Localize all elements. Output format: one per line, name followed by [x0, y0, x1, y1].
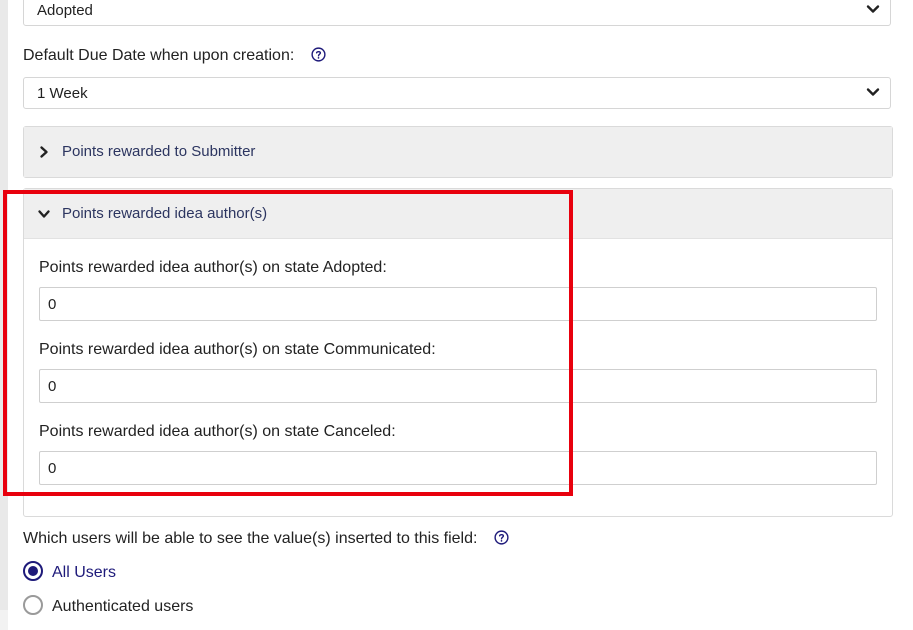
radio-all-users-control[interactable]	[23, 561, 43, 581]
due-date-select-value: 1 Week	[37, 85, 88, 102]
visibility-label-row: Which users will be able to see the valu…	[23, 530, 509, 548]
accordion-authors-title: Points rewarded idea author(s)	[62, 205, 268, 222]
help-icon[interactable]	[311, 47, 326, 62]
accordion-authors: Points rewarded idea author(s) Points re…	[23, 188, 893, 517]
accordion-submitter: Points rewarded to Submitter	[23, 126, 893, 178]
radio-authenticated-users-control[interactable]	[23, 595, 43, 615]
chevron-down-icon	[866, 88, 880, 96]
accordion-submitter-header[interactable]: Points rewarded to Submitter	[24, 127, 892, 177]
radio-authenticated-users[interactable]: Authenticated users	[23, 595, 193, 616]
chevron-right-icon	[40, 146, 48, 158]
accordion-submitter-title: Points rewarded to Submitter	[62, 143, 256, 160]
accordion-authors-header[interactable]: Points rewarded idea author(s)	[24, 189, 892, 239]
due-date-label-row: Default Due Date when upon creation:	[23, 47, 326, 65]
points-communicated-label: Points rewarded idea author(s) on state …	[39, 341, 436, 358]
points-adopted-input[interactable]	[39, 287, 877, 321]
radio-all-users-label: All Users	[52, 564, 117, 581]
state-select[interactable]: Adopted	[23, 0, 891, 26]
radio-all-users[interactable]: All Users	[23, 561, 116, 582]
points-canceled-input[interactable]	[39, 451, 877, 485]
points-communicated-input[interactable]	[39, 369, 877, 403]
state-select-value: Adopted	[37, 2, 93, 19]
visibility-label: Which users will be able to see the valu…	[23, 530, 478, 547]
radio-authenticated-users-label: Authenticated users	[52, 598, 194, 615]
due-date-label: Default Due Date when upon creation:	[23, 47, 295, 64]
chevron-down-icon	[38, 210, 50, 218]
help-icon[interactable]	[494, 530, 509, 545]
chevron-down-icon	[866, 5, 880, 13]
points-adopted-label: Points rewarded idea author(s) on state …	[39, 259, 387, 276]
due-date-select[interactable]: 1 Week	[23, 77, 891, 109]
points-canceled-label: Points rewarded idea author(s) on state …	[39, 423, 396, 440]
